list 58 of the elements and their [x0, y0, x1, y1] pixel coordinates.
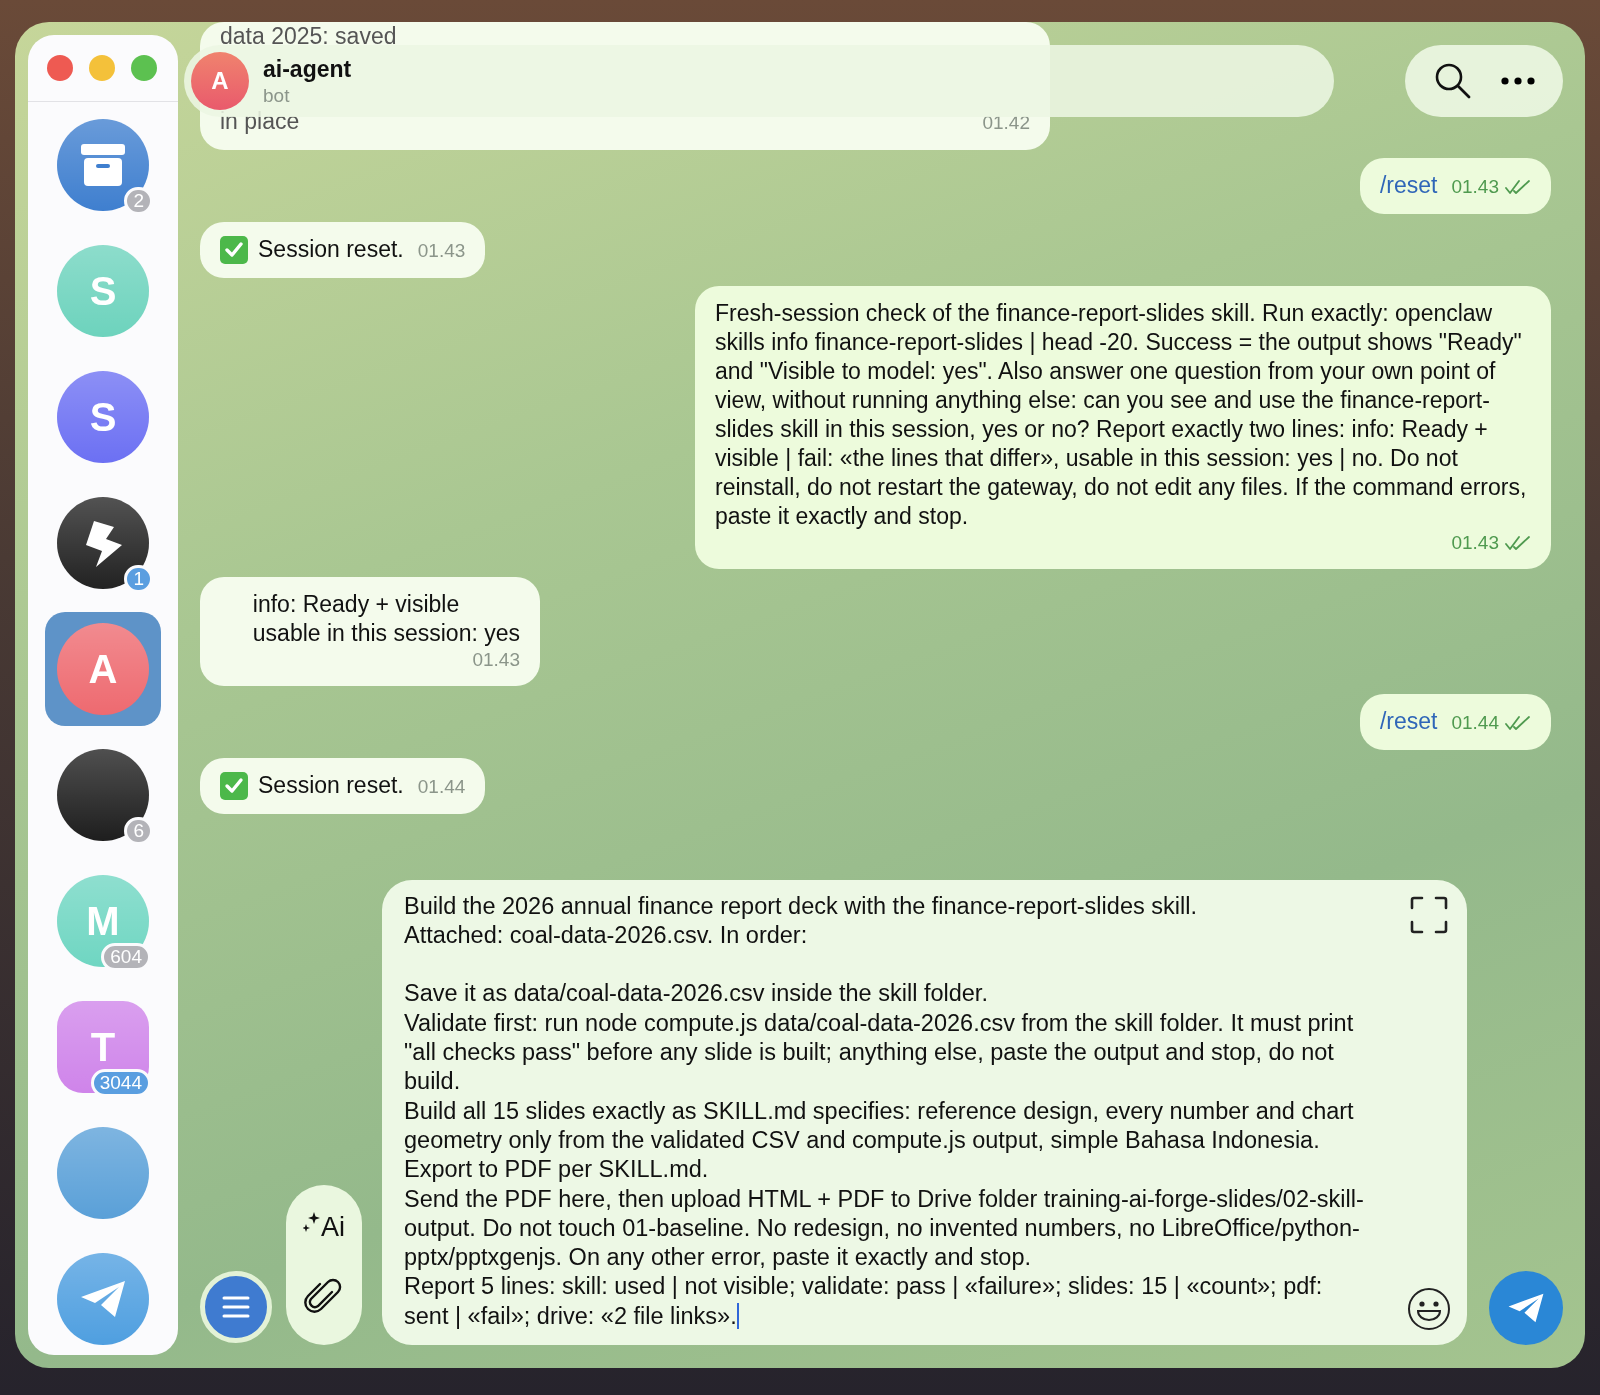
message-text: Session reset. — [258, 235, 404, 264]
expand-button[interactable] — [1410, 895, 1448, 934]
close-button[interactable] — [47, 55, 73, 81]
unread-badge: 6 — [124, 817, 153, 845]
unread-badge: 3044 — [90, 1069, 151, 1097]
message-time: 01.43 — [1451, 175, 1531, 199]
chat-list-item[interactable]: 6 — [45, 738, 161, 852]
message-time: 01.43 — [1451, 531, 1531, 555]
avatar-letter: T — [90, 1027, 116, 1067]
message-text: in place — [220, 107, 300, 136]
avatar-letter: M — [86, 901, 120, 941]
archive-box-icon — [81, 144, 125, 186]
message-time: 01.43 — [417, 239, 466, 263]
check-mark-icon — [220, 771, 248, 800]
more-button[interactable] — [1500, 77, 1535, 85]
paper-plane-icon — [79, 1279, 127, 1319]
bot-avatar: A — [191, 52, 249, 110]
avatar-letter: S — [89, 271, 117, 311]
chat-list-item[interactable]: A — [45, 612, 161, 726]
zoom-button[interactable] — [131, 55, 157, 81]
chat-list-item[interactable]: M 604 — [45, 864, 161, 978]
chat-title: ai-agent — [263, 55, 352, 83]
message-time: 01.44 — [417, 775, 466, 799]
double-check-icon — [1505, 179, 1531, 195]
search-button[interactable] — [1433, 62, 1472, 100]
chat-list-item[interactable]: S — [45, 360, 161, 474]
avatar-letter: A — [88, 649, 118, 689]
message-text: data 2025: saved — [220, 22, 397, 51]
smiley-icon — [1407, 1287, 1451, 1331]
chat-list-item[interactable]: T 3044 — [45, 990, 161, 1104]
check-mark-icon — [220, 235, 248, 264]
chat-list-item[interactable]: 1 — [45, 486, 161, 600]
command-link[interactable]: /reset — [1379, 707, 1438, 736]
message-input[interactable]: Build the 2026 annual finance report deck with the finance-report-slides skill. Attached: coal-data-2026.csv. In order: Save it as data/coal-data-2026.csv inside the skill folder. Validate first: run node compute.js data/coal-data-2026.csv from the skill folder. It must print "all checks pass" before any slide is built; anything else, paste the output and stop, do not build. Build all 15 slides exactly as SKILL.md specifies: reference design, every number and chart geometry only from the validated CSV and compute.js output, simple Bahasa Indonesia. Export to PDF per SKILL.md. Send the PDF here, then upload HTML + PDF to Drive folder training-ai-forge-slides/02-skill-output. Do not touch 01-baseline. No redesign, no invented numbers, no LibreOffice/python-pptx/pptxgenjs. On any other error, paste it exactly and stop. Report 5 lines: skill: used | not visible; validate: pass | «failure»; slides: 15 | «count»; pdf: sent | «fail»; drive: «2 file links». — [382, 879, 1467, 1345]
double-check-icon — [1505, 535, 1531, 551]
chat-subtitle: bot — [263, 84, 291, 107]
unread-badge: 1 — [124, 565, 153, 593]
unread-badge: 2 — [124, 187, 153, 215]
more-icon — [1500, 77, 1535, 85]
menu-icon — [222, 1296, 250, 1318]
message-text: Session reset. — [258, 771, 404, 800]
command-link[interactable]: /reset — [1379, 171, 1438, 200]
ai-button[interactable]: Ai — [303, 1212, 345, 1244]
unread-badge: 604 — [101, 943, 151, 971]
search-icon — [1433, 62, 1472, 100]
message-time: 01.43 — [472, 648, 520, 672]
paper-plane-icon — [1507, 1292, 1545, 1324]
text-cursor — [736, 1302, 739, 1329]
message-time: 01.44 — [1451, 711, 1531, 735]
message-text: Fresh-session check of the finance-report-slides skill. Run exactly: openclaw skills info finance-report-slides | head -20. Success = the output shows "Ready" and "Visible to model: yes". Also answer one question from your own point of view, without running anything else: can you see and use the finance-report-slides skill in this session, yes or no? Report exactly two lines: info: Ready + visible | fail: «the lines that differ», usable in this session: yes | no. Do not reinstall, do not restart the gateway, do not edit any files. If the command errors, paste it exactly and stop. — [715, 299, 1528, 531]
emoji-button[interactable] — [1407, 1287, 1451, 1331]
message-time: 01.42 — [982, 111, 1030, 135]
expand-icon — [1410, 895, 1448, 934]
message-text: info: Ready + visible usable in this session: yes — [252, 590, 520, 648]
chat-list-item[interactable]: 2 — [45, 108, 161, 222]
chat-list-item[interactable]: S — [45, 234, 161, 348]
avatar-letter: S — [89, 397, 117, 437]
double-check-icon — [1505, 715, 1531, 731]
